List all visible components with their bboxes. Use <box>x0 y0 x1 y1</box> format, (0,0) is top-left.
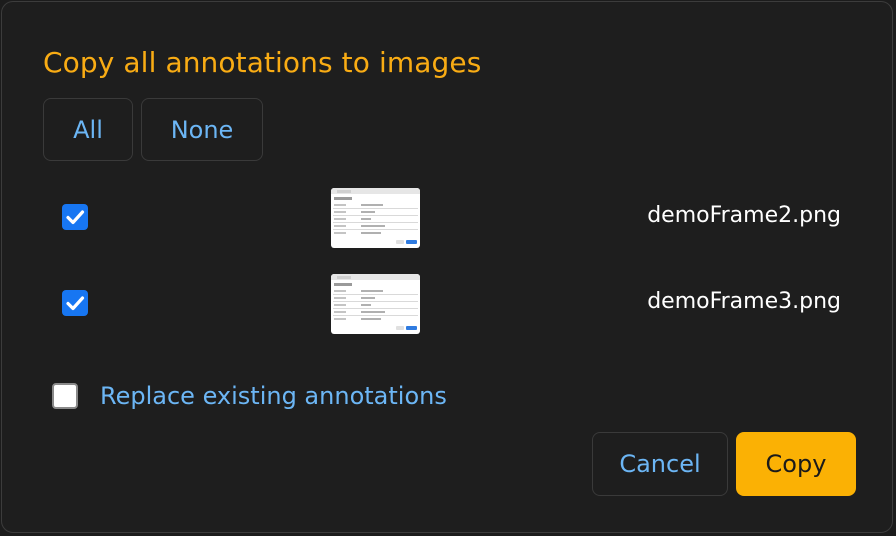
replace-existing-checkbox[interactable] <box>52 383 78 409</box>
copy-annotations-dialog: Copy all annotations to images All None … <box>1 1 893 533</box>
image-thumbnail <box>331 274 420 334</box>
select-none-button[interactable]: None <box>141 98 263 161</box>
cancel-button[interactable]: Cancel <box>592 432 728 496</box>
replace-existing-label[interactable]: Replace existing annotations <box>100 380 447 412</box>
image-thumbnail <box>331 188 420 248</box>
image-filename: demoFrame2.png <box>647 203 841 228</box>
image-row: demoFrame3.png <box>2 272 892 334</box>
copy-button[interactable]: Copy <box>736 432 856 496</box>
image-row: demoFrame2.png <box>2 186 892 248</box>
replace-existing-option: Replace existing annotations <box>2 374 892 418</box>
select-all-button[interactable]: All <box>43 98 133 161</box>
dialog-title: Copy all annotations to images <box>43 46 482 79</box>
checkmark-icon <box>66 296 85 311</box>
image-filename: demoFrame3.png <box>647 289 841 314</box>
image-checkbox[interactable] <box>62 290 88 316</box>
image-checkbox[interactable] <box>62 204 88 230</box>
checkmark-icon <box>66 210 85 225</box>
